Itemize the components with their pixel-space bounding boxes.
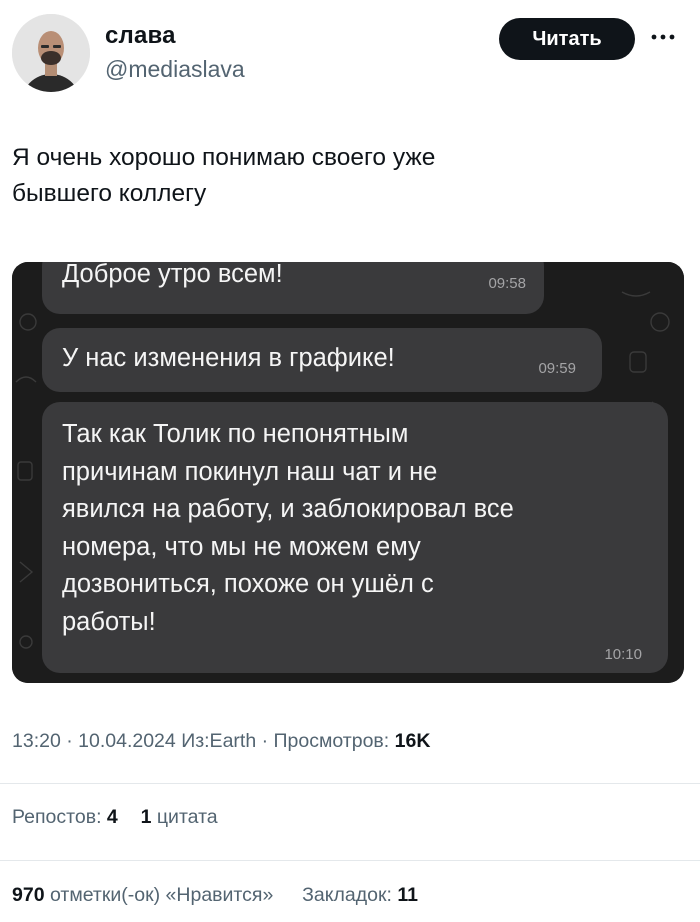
engagement-stats-row: 970 отметки(-ок) «Нравится» Закладок: 11 bbox=[12, 884, 418, 907]
tweet-time[interactable]: 13:20 bbox=[12, 730, 61, 752]
tweet-meta: 13:20 · 10.04.2024 Из:Earth · Просмотров… bbox=[12, 730, 430, 753]
message-text-line: Так как Толик по непонятным bbox=[62, 420, 409, 448]
reposts-link[interactable]: Репостов: 4 bbox=[12, 806, 123, 828]
message-text: Так как Толик по непонятным причинам пок… bbox=[62, 416, 662, 641]
chat-message: Доброе утро всем! 09:58 bbox=[42, 262, 544, 314]
likes-link[interactable]: 970 отметки(-ок) «Нравится» bbox=[12, 884, 279, 906]
views-count: 16K bbox=[394, 730, 431, 752]
likes-label: отметки(-ок) «Нравится» bbox=[49, 884, 274, 906]
chat-message: У нас изменения в графике! 09:59 bbox=[42, 328, 602, 392]
chat-message: Так как Толик по непонятным причинам пок… bbox=[42, 402, 668, 673]
views-label: Просмотров: bbox=[273, 730, 390, 752]
meta-separator: · bbox=[256, 730, 274, 752]
tweet-text-line: Я очень хорошо понимаю своего уже bbox=[12, 144, 436, 171]
divider bbox=[0, 860, 700, 861]
reposts-count: 4 bbox=[106, 806, 118, 828]
engagement-stats-row: Репостов: 4 1 цитата bbox=[12, 806, 218, 829]
message-time: 10:10 bbox=[604, 646, 642, 663]
attached-image[interactable]: Доброе утро всем! 09:58 У нас изменения … bbox=[12, 262, 684, 683]
bookmarks-link[interactable]: Закладок: 11 bbox=[302, 884, 418, 906]
avatar-image bbox=[12, 14, 90, 92]
tweet-text: Я очень хорошо понимаю своего уже бывшег… bbox=[12, 140, 652, 212]
quotes-link[interactable]: 1 цитата bbox=[141, 806, 218, 828]
read-button[interactable]: Читать bbox=[499, 18, 635, 60]
likes-count: 970 bbox=[12, 884, 45, 906]
message-text: У нас изменения в графике! bbox=[62, 344, 395, 372]
quotes-count: 1 bbox=[140, 806, 152, 828]
avatar[interactable] bbox=[12, 14, 90, 92]
bookmarks-label: Закладок: bbox=[302, 884, 392, 906]
author-handle[interactable]: @mediaslava bbox=[105, 56, 245, 83]
message-text-line: работы! bbox=[62, 607, 156, 636]
quotes-label: цитата bbox=[156, 806, 218, 828]
message-text: Доброе утро всем! bbox=[62, 262, 283, 288]
message-time: 09:59 bbox=[538, 360, 576, 377]
message-text-line: причинам покинул наш чат и не bbox=[62, 457, 438, 486]
tweet-date[interactable]: 10.04.2024 bbox=[78, 730, 176, 752]
message-time: 09:58 bbox=[488, 275, 526, 292]
more-horizontal-icon[interactable] bbox=[648, 22, 678, 52]
tweet-text-line: бывшего коллегу bbox=[12, 180, 207, 207]
author-display-name[interactable]: слава bbox=[105, 22, 176, 50]
message-text-line: явился на работу, и заблокировал все bbox=[62, 495, 514, 523]
divider bbox=[0, 783, 700, 784]
reposts-label: Репостов: bbox=[12, 806, 102, 828]
message-text-line: дозвониться, похоже он ушёл с bbox=[62, 570, 434, 598]
tweet-source: Из:Earth bbox=[181, 730, 257, 752]
bookmarks-count: 11 bbox=[397, 884, 418, 906]
message-text-line: номера, что мы не можем ему bbox=[62, 532, 421, 561]
meta-separator: · bbox=[60, 730, 79, 752]
